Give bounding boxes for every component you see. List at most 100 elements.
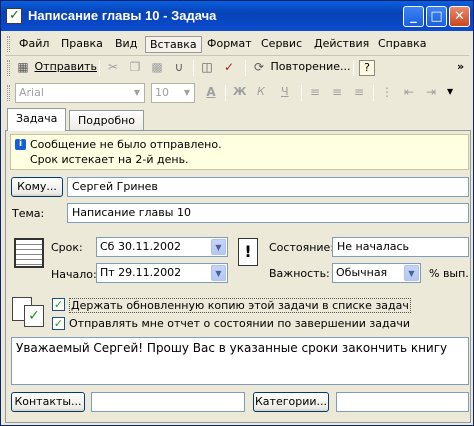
font-color-icon: A: [206, 85, 216, 99]
font-name-value: Arial: [19, 86, 44, 99]
subject-field[interactable]: Написание главы 10: [67, 203, 469, 223]
due-date-value: Сб 30.11.2002: [100, 240, 181, 253]
tab-details[interactable]: Подробно: [69, 110, 145, 131]
chevron-down-icon: ▼: [211, 265, 226, 281]
menu-insert[interactable]: Вставка: [145, 36, 202, 53]
window-title: Написание главы 10 - Задача: [28, 8, 217, 23]
to-field[interactable]: Сергей Гринев: [67, 177, 469, 197]
font-color-button[interactable]: A: [203, 83, 219, 103]
increase-indent-button[interactable]: ⇥: [423, 83, 439, 103]
decrease-indent-button[interactable]: ⇤: [401, 83, 417, 103]
toolbar-grip[interactable]: [7, 60, 10, 76]
check-names-icon: ✓: [223, 60, 235, 74]
minimize-button[interactable]: _: [403, 6, 424, 27]
status-field[interactable]: Не началась: [332, 237, 469, 257]
menu-actions[interactable]: Действия: [310, 36, 373, 53]
menu-format[interactable]: Формат: [203, 36, 256, 53]
close-button[interactable]: ✕: [449, 6, 470, 27]
tab-task[interactable]: Задача: [7, 108, 67, 131]
send-label: Отправить: [34, 60, 98, 73]
cut-button[interactable]: ✂: [105, 58, 121, 78]
menubar-grip[interactable]: [7, 36, 10, 52]
bullets-icon: ⋮: [381, 85, 393, 99]
subject-label: Тема:: [12, 207, 45, 220]
reminder-icon: !: [238, 238, 258, 266]
align-center-icon: ≡: [331, 85, 343, 99]
bullets-button[interactable]: ⋮: [379, 83, 395, 103]
copy-icon: ❐: [129, 60, 141, 74]
toolbar-separator: [301, 85, 302, 101]
to-button[interactable]: Кому...: [11, 177, 63, 197]
toolbar-options[interactable]: ▼: [447, 83, 453, 103]
menu-edit[interactable]: Правка: [57, 36, 107, 53]
send-button[interactable]: ▦ Отправить: [15, 58, 97, 78]
priority-select[interactable]: Обычная ▼: [332, 263, 421, 283]
chevron-down-icon: ▼: [404, 265, 419, 281]
priority-value: Обычная: [336, 266, 388, 279]
chevron-down-icon: ▼: [211, 239, 226, 255]
toolbar-separator: [193, 60, 194, 76]
address-book-button[interactable]: ◫: [199, 58, 215, 78]
start-label: Начало:: [51, 268, 97, 281]
italic-button[interactable]: К: [257, 83, 265, 103]
status-report-label[interactable]: Отправлять мне отчет о состоянии по заве…: [69, 317, 410, 330]
contacts-button[interactable]: Контакты...: [11, 392, 85, 412]
recurrence-button[interactable]: ⟳ Повторение...: [251, 58, 351, 78]
copy-button[interactable]: ❐: [127, 58, 143, 78]
menu-file[interactable]: Файл: [15, 36, 53, 53]
align-right-button[interactable]: ≡: [351, 83, 367, 103]
attach-button[interactable]: ∪: [171, 58, 187, 78]
toolbar-separator: [99, 60, 100, 76]
keep-copy-label[interactable]: Держать обновленную копию этой задачи в …: [69, 298, 411, 313]
status-label: Состояние:: [269, 241, 335, 254]
toolbar-overflow[interactable]: »: [457, 58, 464, 78]
font-name-select[interactable]: Arial ▼: [15, 83, 145, 103]
priority-label: Важность:: [269, 267, 330, 280]
start-date-select[interactable]: Пт 29.11.2002 ▼: [96, 263, 228, 283]
info-line-2: Срок истекает на 2-й день.: [30, 153, 189, 166]
align-right-icon: ≡: [353, 85, 365, 99]
standard-toolbar: ▦ Отправить ✂ ❐ ▩ ∪ ◫ ✓ ⟳ Повторение... …: [5, 56, 471, 80]
align-center-button[interactable]: ≡: [329, 83, 345, 103]
font-size-value: 10: [155, 86, 169, 99]
toolbar-grip[interactable]: [7, 85, 10, 101]
contacts-field[interactable]: [91, 392, 245, 412]
paste-icon: ▩: [151, 60, 163, 74]
recurrence-icon: ⟳: [253, 60, 265, 74]
toolbar-separator: [245, 60, 246, 76]
paperclip-icon: ∪: [174, 60, 184, 74]
percent-complete-label: % вып.: [429, 267, 469, 280]
menu-view[interactable]: Вид: [111, 36, 141, 53]
maximize-button[interactable]: □: [426, 6, 447, 27]
align-left-button[interactable]: ≡: [307, 83, 323, 103]
paste-button[interactable]: ▩: [149, 58, 165, 78]
recurrence-label: Повторение...: [270, 60, 351, 73]
decrease-indent-icon: ⇤: [403, 85, 415, 99]
increase-indent-icon: ⇥: [425, 85, 437, 99]
help-button[interactable]: ?: [359, 60, 375, 76]
due-date-select[interactable]: Сб 30.11.2002 ▼: [96, 237, 228, 257]
start-date-value: Пт 29.11.2002: [100, 266, 182, 279]
task-app-icon[interactable]: [6, 8, 22, 24]
align-left-icon: ≡: [309, 85, 321, 99]
task-window: Написание главы 10 - Задача _ □ ✕ Файл П…: [0, 0, 474, 426]
toolbar-separator: [353, 60, 354, 76]
toolbar-separator: [225, 85, 226, 101]
underline-button[interactable]: Ч: [281, 83, 289, 103]
toolbar-separator: [373, 85, 374, 101]
menu-tools[interactable]: Сервис: [257, 36, 306, 53]
title-bar[interactable]: Написание главы 10 - Задача _ □ ✕: [1, 1, 473, 31]
bold-button[interactable]: Ж: [233, 83, 246, 103]
check-names-button[interactable]: ✓: [221, 58, 237, 78]
categories-button[interactable]: Категории...: [253, 392, 329, 412]
task-body-text[interactable]: Уважаемый Сергей! Прошу Вас в указанные …: [11, 337, 469, 385]
keep-copy-checkbox[interactable]: ✓: [52, 298, 65, 311]
categories-field[interactable]: [336, 392, 469, 412]
chevron-down-icon: ▼: [133, 88, 141, 97]
status-report-checkbox[interactable]: ✓: [52, 317, 65, 330]
chevron-down-icon: ▼: [183, 88, 191, 97]
info-banner: i Сообщение не было отправлено. Срок ист…: [10, 134, 469, 170]
scissors-icon: ✂: [107, 60, 119, 74]
menu-help[interactable]: Справка: [374, 36, 430, 53]
font-size-select[interactable]: 10 ▼: [151, 83, 195, 103]
